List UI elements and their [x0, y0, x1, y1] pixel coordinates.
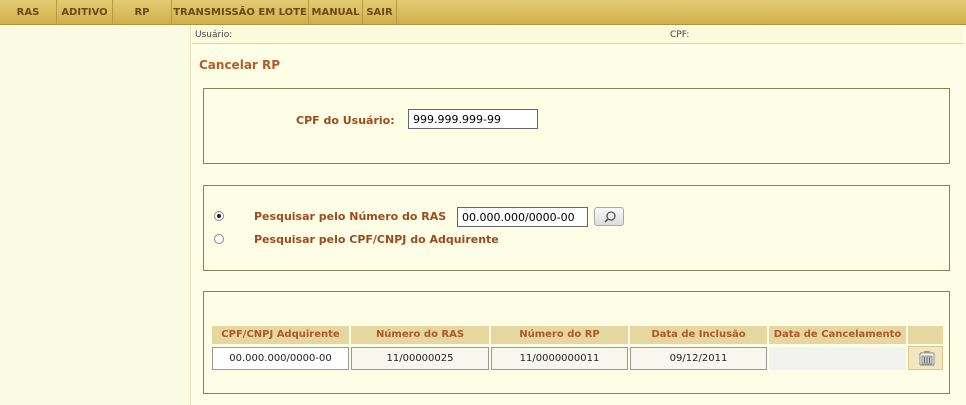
- col-numero-rp-header: Número do RP: [491, 326, 628, 344]
- col-numero-ras-header: Número do RAS: [351, 326, 489, 344]
- option-cpf-cnpj-label: Pesquisar pelo CPF/CNPJ do Adquirente: [254, 233, 499, 246]
- menu-transmissao-em-lote[interactable]: TRANSMISSÃO EM LOTE: [172, 0, 309, 25]
- top-menu-bar: RAS ADITIVO RP TRANSMISSÃO EM LOTE MANUA…: [0, 0, 966, 25]
- left-sidebar: [0, 25, 191, 405]
- menu-manual[interactable]: MANUAL: [309, 0, 363, 25]
- delete-button[interactable]: [908, 346, 943, 370]
- search-panel: [203, 185, 950, 271]
- page-title: Cancelar RP: [199, 58, 281, 72]
- cell-data-inclusao: 09/12/2011: [630, 347, 767, 370]
- cpf-usuario-label: CPF do Usuário:: [296, 114, 395, 127]
- menu-aditivo[interactable]: ADITIVO: [57, 0, 113, 25]
- trash-icon: [919, 351, 935, 366]
- cell-numero-rp: 11/0000000011: [491, 347, 628, 370]
- radio-cpf-cnpj[interactable]: [214, 234, 224, 244]
- col-data-cancelamento-header: Data de Cancelamento: [769, 326, 906, 344]
- menu-rp[interactable]: RP: [113, 0, 172, 25]
- option-numero-ras-label: Pesquisar pelo Número do RAS: [254, 210, 447, 223]
- cell-cpf-cnpj: 00.000.000/0000-00: [212, 347, 349, 370]
- cell-data-cancelamento: [769, 347, 906, 370]
- cpf-label: CPF:: [670, 30, 690, 40]
- cell-numero-ras: 11/00000025: [351, 347, 489, 370]
- col-cpf-cnpj-header: CPF/CNPJ Adquirente: [212, 326, 349, 344]
- search-button[interactable]: [594, 207, 624, 226]
- menu-sair[interactable]: SAIR: [363, 0, 397, 25]
- col-data-inclusao-header: Data de Inclusão: [630, 326, 767, 344]
- user-info-bar: Usuário: CPF:: [192, 27, 963, 44]
- usuario-label: Usuário:: [195, 30, 233, 40]
- cpf-usuario-input[interactable]: [408, 109, 538, 129]
- col-action-header: [908, 326, 943, 344]
- numero-ras-input[interactable]: [457, 207, 588, 227]
- menu-ras[interactable]: RAS: [0, 0, 57, 25]
- magnifier-icon: [604, 211, 616, 223]
- radio-numero-ras[interactable]: [214, 211, 224, 221]
